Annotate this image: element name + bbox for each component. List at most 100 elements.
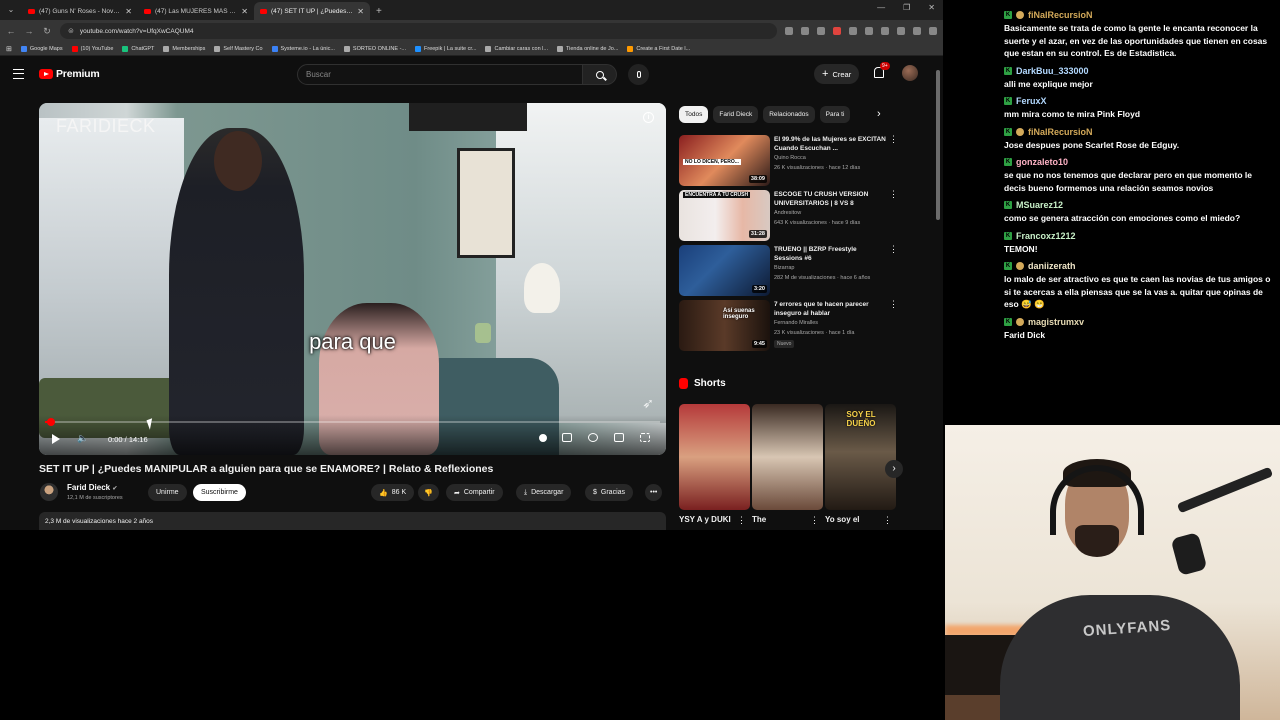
shorts-next-icon[interactable]: › [885,460,903,478]
download-button[interactable]: ⤓ Descargar [516,484,572,501]
more-options-icon[interactable]: ⋮ [889,190,898,199]
short-title[interactable]: YSY A y DUKI [679,515,731,524]
chat-username[interactable]: KfiNalRecursioN [1004,127,1274,137]
short-title[interactable]: Yo soy el [825,515,860,524]
search-button[interactable] [583,64,617,85]
channel-avatar[interactable] [40,483,58,501]
close-tab-icon[interactable]: ✕ [357,7,364,16]
progress-bar[interactable] [45,418,660,426]
menu-kebab-icon[interactable] [929,27,937,35]
sidepanel-icon[interactable] [897,27,905,35]
apps-grid-icon[interactable]: ⊞ [6,45,12,53]
autoplay-toggle-icon[interactable] [539,434,547,442]
close-window-icon[interactable]: ✕ [928,3,935,12]
join-button[interactable]: Unirme [148,484,187,501]
thumbnail[interactable]: Así suenas inseguro 9:45 [679,300,770,351]
create-button[interactable]: + Crear [814,64,860,84]
bookmark-freepik[interactable]: Freepik | La suite cr... [415,45,476,52]
voice-search-button[interactable] [628,64,649,85]
close-tab-icon[interactable]: ✕ [241,7,248,16]
thumbnail[interactable]: 3:20 [679,245,770,296]
page-scrollbar[interactable] [935,62,941,528]
bookmark-star-icon[interactable] [817,27,825,35]
recommendation-item[interactable]: Así suenas inseguro 9:45 7 errores que t… [679,300,899,351]
hamburger-menu-icon[interactable] [13,69,24,79]
bookmark-youtube[interactable]: (10) YouTube [71,45,113,52]
url-field[interactable]: ⊜ youtube.com/watch?v=UfqXwCAQUM4 [60,23,777,39]
subtitles-icon[interactable] [562,433,572,442]
bookmark-tienda[interactable]: Tienda online de Jo... [556,45,618,52]
bookmark-first-date[interactable]: Create a First Date l... [627,45,690,52]
tab-search-icon[interactable]: ⌄ [4,3,18,17]
bookmark-cambiar-caras[interactable]: Cambiar caras con l... [485,45,548,52]
info-icon[interactable]: i [643,112,654,123]
bookmark-memberships[interactable]: Memberships [163,45,205,52]
short-title[interactable]: The [752,515,766,524]
like-button[interactable]: 👍 86 K [371,484,415,501]
chip-para-ti[interactable]: Para ti [819,106,851,123]
dislike-button[interactable]: 👎 [418,484,439,501]
browser-tab[interactable]: (47) Guns N' Roses - Novembe ✕ [22,2,138,20]
channel-name[interactable]: Farid Dieck ✔ [67,483,117,492]
video-player[interactable]: FARIDIECK i para que ➶ 🔈 0:00 / 14:16 [39,103,666,455]
cast-icon[interactable] [801,27,809,35]
chat-username[interactable]: K MSuarez12 [1004,200,1274,210]
share-button[interactable]: ➦ Compartir [446,484,503,501]
profile-icon[interactable] [913,27,921,35]
maximize-icon[interactable]: ❐ [903,3,910,12]
scrubber-handle[interactable] [47,418,56,426]
play-icon[interactable] [52,434,60,444]
browser-tab-active[interactable]: (47) SET IT UP | ¿Puedes MANIP ✕ [254,2,370,20]
scrollbar-thumb[interactable] [936,70,940,220]
volume-icon[interactable]: 🔈 [77,433,88,444]
bookmark-google-maps[interactable]: Google Maps [20,45,63,52]
account-avatar[interactable] [902,65,918,81]
short-thumbnail[interactable]: SOY EL DUEÑO [825,404,896,510]
theater-mode-icon[interactable] [614,433,624,442]
reload-icon[interactable]: ↻ [42,26,52,37]
chip-farid-dieck[interactable]: Farid Dieck [713,106,759,123]
more-options-icon[interactable]: ⋮ [737,515,746,526]
recommendation-item[interactable]: ENCUENTRA A TU CRUSH 31:28 ESCOGE TU CRU… [679,190,899,241]
short-thumbnail[interactable] [752,404,823,510]
more-options-icon[interactable]: ⋮ [889,300,898,309]
site-info-icon[interactable]: ⊜ [68,27,74,35]
recommendation-item[interactable]: 3:20 TRUENO || BZRP Freestyle Sessions #… [679,245,899,296]
chat-username[interactable]: Kgonzaleto10 [1004,157,1274,167]
youtube-premium-logo[interactable]: Premium [39,68,100,80]
chat-username[interactable]: K DarkBuu_333000 [1004,66,1274,76]
extension-icon[interactable] [849,27,857,35]
settings-gear-icon[interactable] [588,433,598,442]
more-options-icon[interactable]: ⋮ [889,245,898,254]
recommendation-item[interactable]: NO LO DICEN, PERO... 38:09 El 99.9% de l… [679,135,899,186]
bookmark-systeme[interactable]: Systeme.io - La únic... [271,45,335,52]
more-options-icon[interactable]: ⋮ [889,135,898,144]
close-tab-icon[interactable]: ✕ [125,7,132,16]
fullscreen-icon[interactable] [640,433,650,442]
thumbnail[interactable]: ENCUENTRA A TU CRUSH 31:28 [679,190,770,241]
short-thumbnail[interactable] [679,404,750,510]
minimize-icon[interactable]: — [877,3,885,12]
zoom-icon[interactable] [785,27,793,35]
chat-username[interactable]: Kmagistrumxv [1004,317,1274,327]
more-options-icon[interactable]: ⋮ [883,515,892,526]
forward-icon[interactable]: → [24,26,34,36]
description-box[interactable]: 2,3 M de visualizaciones hace 2 años [39,512,666,530]
back-icon[interactable]: ← [6,26,16,36]
bookmark-sorteo[interactable]: SORTEO ONLINE -... [343,45,406,52]
chevron-right-icon[interactable]: › [877,108,881,120]
chat-username[interactable]: K Francoxz1212 [1004,231,1274,241]
chat-username[interactable]: KfiNalRecursioN [1004,10,1274,20]
more-actions-icon[interactable]: ••• [645,484,663,501]
chat-username[interactable]: Kdaniizerath [1004,261,1274,271]
bookmark-chatgpt[interactable]: ChatGPT [122,45,154,52]
extension-icon[interactable] [865,27,873,35]
subscribe-button[interactable]: Suscribirme [193,484,246,501]
extensions-puzzle-icon[interactable] [881,27,889,35]
bookmark-self-mastery[interactable]: Self Mastery Co [214,45,263,52]
chip-relacionados[interactable]: Relacionados [763,106,815,123]
extension-icon[interactable] [833,27,841,35]
thumbnail[interactable]: NO LO DICEN, PERO... 38:09 [679,135,770,186]
more-options-icon[interactable]: ⋮ [810,515,819,526]
chip-todos[interactable]: Todos [679,106,709,123]
